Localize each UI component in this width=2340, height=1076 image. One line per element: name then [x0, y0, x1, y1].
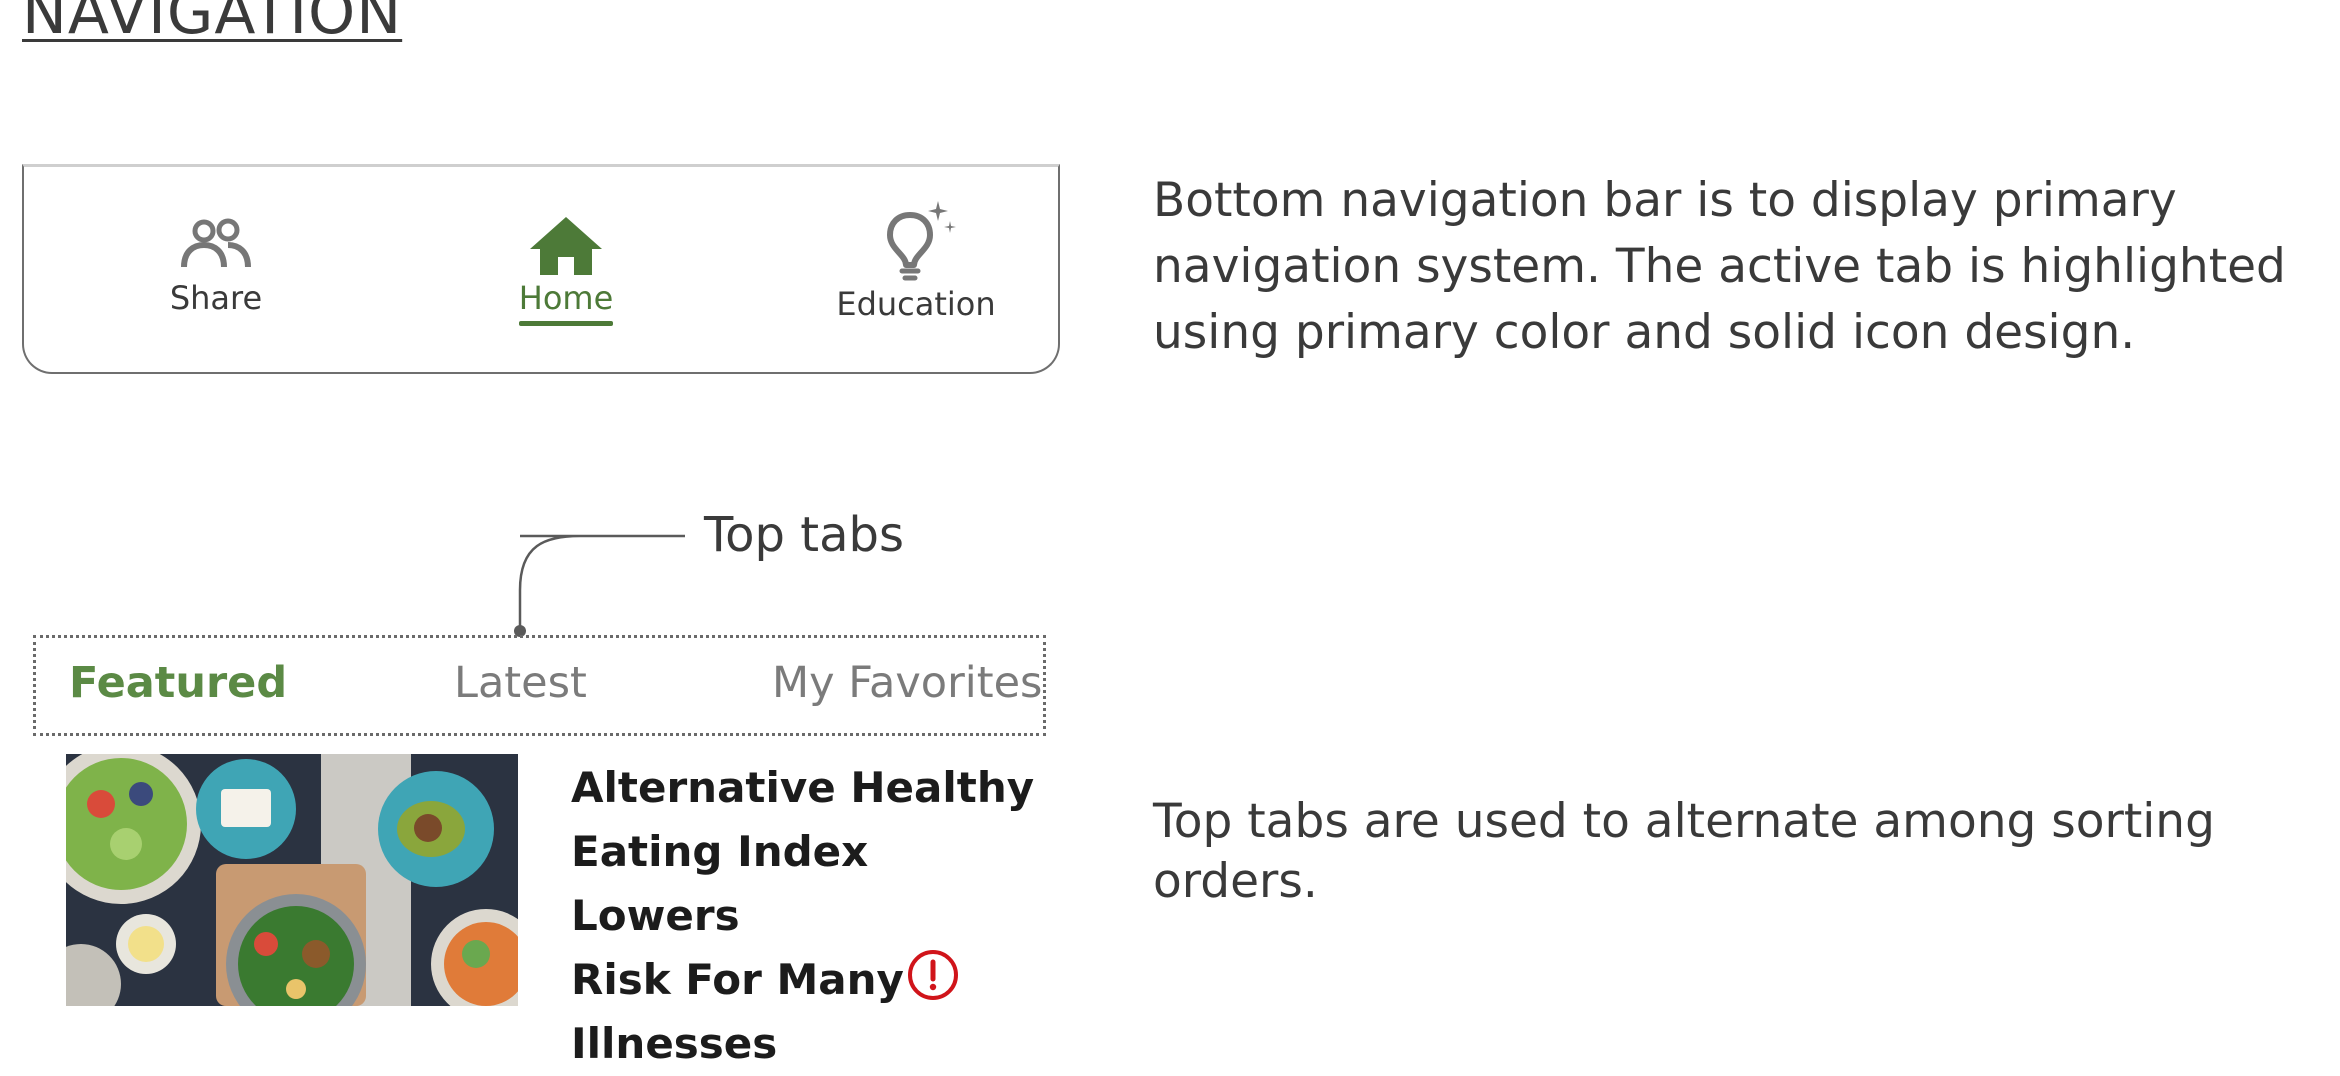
article-title-line: Risk For Many	[571, 955, 904, 1004]
nav-tab-education[interactable]: Education	[796, 201, 1036, 323]
callout-label: Top tabs	[704, 507, 904, 563]
article-title-line: Eating Index Lowers	[571, 827, 869, 940]
tab-latest[interactable]: Latest	[454, 658, 587, 708]
bottom-nav-description: Bottom navigation bar is to display prim…	[1153, 173, 2286, 360]
tab-featured[interactable]: Featured	[69, 658, 287, 708]
exclamation-circle-icon	[907, 949, 958, 1000]
article-title-line: Illnesses	[571, 1019, 778, 1068]
article-thumbnail[interactable]	[66, 754, 518, 1006]
article-title-line: Alternative Healthy	[571, 763, 1035, 812]
food-bowls-image	[66, 754, 518, 1006]
nav-tab-label: Education	[836, 285, 996, 323]
top-tabs-bar: Featured Latest My Favorites	[33, 635, 1046, 736]
tab-my-favorites[interactable]: My Favorites	[772, 658, 1042, 708]
lightbulb-icon	[887, 201, 956, 281]
top-tabs-description: Top tabs are used to alternate among sor…	[1153, 794, 2215, 909]
callout-connector	[514, 534, 685, 637]
article-title[interactable]: Alternative Healthy Eating Index Lowers …	[571, 756, 1051, 1076]
